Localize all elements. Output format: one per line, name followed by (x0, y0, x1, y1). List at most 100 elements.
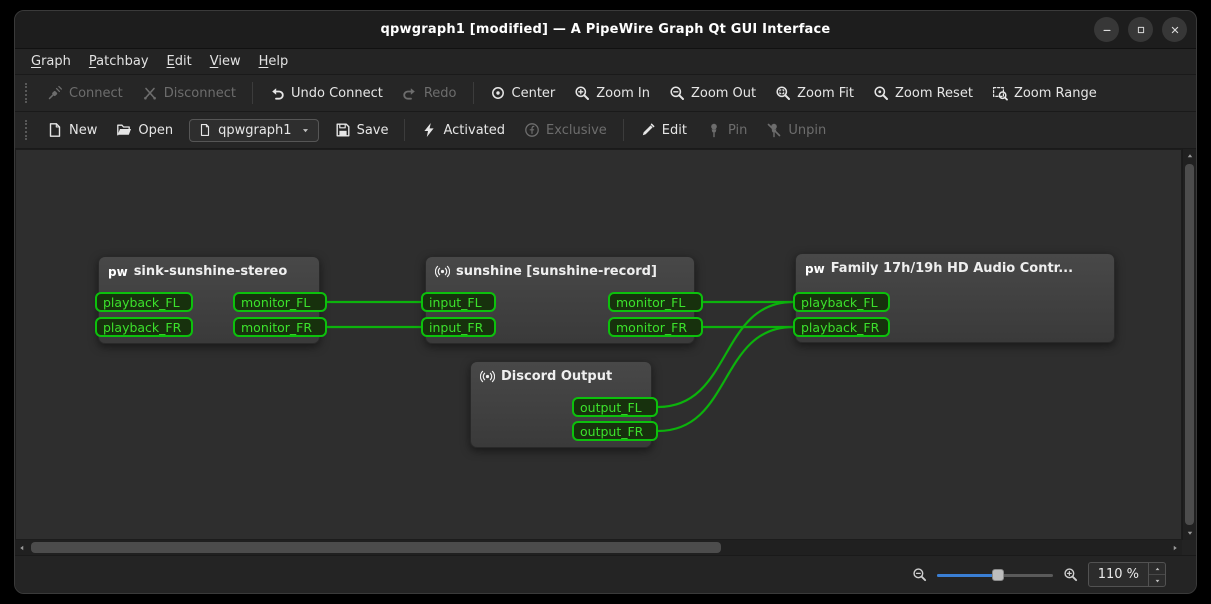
horizontal-scrollbar-thumb[interactable] (31, 542, 721, 553)
disconnect-button[interactable]: Disconnect (134, 80, 244, 106)
port-sink-sunshine-stereo-monitor_FR[interactable]: monitor_FR (233, 317, 327, 337)
titlebar[interactable]: qpwgraph1 [modified] — A PipeWire Graph … (15, 11, 1196, 49)
zoom-in-icon[interactable] (1063, 567, 1078, 582)
node-header: Discord Output (471, 362, 651, 388)
connections-layer (16, 150, 1181, 539)
scrollbar-corner (1182, 540, 1196, 555)
zoom-spinbox[interactable]: 110 % (1088, 562, 1166, 587)
menu-edit[interactable]: Edit (159, 52, 200, 72)
center-label: Center (512, 86, 556, 101)
save-button[interactable]: Save (327, 117, 397, 143)
zoom-slider-fill (937, 574, 998, 577)
unpin-label: Unpin (788, 123, 826, 138)
edit-label: Edit (662, 123, 687, 138)
zoom-slider[interactable] (937, 566, 1053, 584)
scroll-down-arrow[interactable] (1183, 526, 1196, 540)
toolbar-separator (623, 119, 624, 141)
menubar: GraphPatchbayEditViewHelp (15, 49, 1196, 75)
pin-button[interactable]: Pin (698, 117, 755, 143)
open-button[interactable]: Open (108, 117, 181, 143)
zoom-in-button[interactable]: Zoom In (566, 80, 658, 106)
exclusive-button[interactable]: Exclusive (516, 117, 615, 143)
zoom-reset-button[interactable]: Zoom Reset (865, 80, 981, 106)
stream-icon (435, 264, 450, 279)
combo-arrow-icon (301, 126, 310, 135)
window-title: qpwgraph1 [modified] — A PipeWire Graph … (381, 22, 831, 37)
port-sunshine-input_FL[interactable]: input_FL (421, 292, 496, 312)
graph-canvas[interactable]: pwsink-sunshine-stereoplayback_FLplaybac… (15, 149, 1182, 540)
exclusive-icon (524, 122, 540, 138)
center-button[interactable]: Center (482, 80, 564, 106)
close-icon (1169, 24, 1181, 36)
qpwgraph-window: qpwgraph1 [modified] — A PipeWire Graph … (14, 10, 1197, 594)
disconnect-label: Disconnect (164, 86, 236, 101)
connect-icon (47, 85, 63, 101)
menu-graph[interactable]: Graph (23, 52, 79, 72)
zoom-out-button[interactable]: Zoom Out (661, 80, 764, 106)
scroll-up-arrow[interactable] (1183, 149, 1196, 163)
port-sunshine-input_FR[interactable]: input_FR (421, 317, 496, 337)
connect-button[interactable]: Connect (39, 80, 131, 106)
zoom-fit-button[interactable]: Zoom Fit (767, 80, 862, 106)
toolbar-separator (473, 82, 474, 104)
zoom-spin-up-button[interactable] (1149, 563, 1165, 574)
port-sink-sunshine-stereo-playback_FL[interactable]: playback_FL (95, 292, 193, 312)
pipewire-icon: pw (805, 263, 825, 275)
zoom-reset-icon (873, 85, 889, 101)
canvas-row: pwsink-sunshine-stereoplayback_FLplaybac… (15, 149, 1196, 540)
undo-connect-button[interactable]: Undo Connect (261, 80, 391, 106)
zoom-value: 110 % (1089, 563, 1148, 586)
activated-icon (421, 122, 437, 138)
open-icon (116, 122, 132, 138)
zoom-spin-down-button[interactable] (1149, 574, 1165, 586)
port-sunshine-monitor_FL[interactable]: monitor_FL (608, 292, 703, 312)
zoom-in-icon (574, 85, 590, 101)
hscroll-row (15, 540, 1196, 555)
close-button[interactable] (1162, 17, 1187, 42)
statusbar: 110 % (15, 555, 1196, 593)
vertical-scrollbar-thumb[interactable] (1185, 164, 1194, 525)
port-discord-output-output_FR[interactable]: output_FR (572, 421, 658, 441)
activated-button[interactable]: Activated (413, 117, 513, 143)
scroll-right-arrow[interactable] (1168, 540, 1182, 555)
redo-button[interactable]: Redo (394, 80, 465, 106)
patchbay-combo[interactable]: qpwgraph1 (189, 119, 318, 142)
zoom-slider-handle[interactable] (992, 569, 1004, 581)
zoom-range-button[interactable]: Zoom Range (984, 80, 1105, 106)
menu-patchbay[interactable]: Patchbay (81, 52, 157, 72)
scroll-left-arrow[interactable] (15, 540, 29, 555)
port-sink-sunshine-stereo-monitor_FL[interactable]: monitor_FL (233, 292, 327, 312)
exclusive-label: Exclusive (546, 123, 607, 138)
port-sunshine-monitor_FR[interactable]: monitor_FR (608, 317, 703, 337)
zoom-range-label: Zoom Range (1014, 86, 1097, 101)
new-button[interactable]: New (39, 117, 105, 143)
redo-label: Redo (424, 86, 457, 101)
save-icon (335, 122, 351, 138)
zoom-out-icon[interactable] (912, 567, 927, 582)
menu-view[interactable]: View (202, 52, 249, 72)
port-family-audio-playback_FL[interactable]: playback_FL (793, 292, 890, 312)
patchbay-combo-value: qpwgraph1 (218, 123, 291, 138)
port-discord-output-output_FL[interactable]: output_FL (572, 397, 658, 417)
undo-icon (269, 85, 285, 101)
window-controls (1094, 11, 1187, 48)
minimize-button[interactable] (1094, 17, 1119, 42)
menu-help[interactable]: Help (251, 52, 297, 72)
port-family-audio-playback_FR[interactable]: playback_FR (793, 317, 890, 337)
horizontal-scrollbar[interactable] (15, 540, 1182, 555)
graph-toolbar: Connect Disconnect Undo Connect Redo Center Z… (15, 75, 1196, 112)
toolbar-handle[interactable] (25, 120, 27, 140)
desktop: qpwgraph1 [modified] — A PipeWire Graph … (0, 0, 1211, 604)
toolbar-separator (252, 82, 253, 104)
pin-label: Pin (728, 123, 747, 138)
vertical-scrollbar[interactable] (1182, 149, 1196, 540)
maximize-button[interactable] (1128, 17, 1153, 42)
unpin-button[interactable]: Unpin (758, 117, 834, 143)
node-header: pwsink-sunshine-stereo (99, 257, 319, 283)
toolbar-handle[interactable] (25, 83, 27, 103)
node-title: Family 17h/19h HD Audio Contr... (831, 261, 1073, 276)
port-sink-sunshine-stereo-playback_FR[interactable]: playback_FR (95, 317, 193, 337)
edit-button[interactable]: Edit (632, 117, 695, 143)
pipewire-icon: pw (108, 266, 128, 278)
undo-connect-label: Undo Connect (291, 86, 383, 101)
